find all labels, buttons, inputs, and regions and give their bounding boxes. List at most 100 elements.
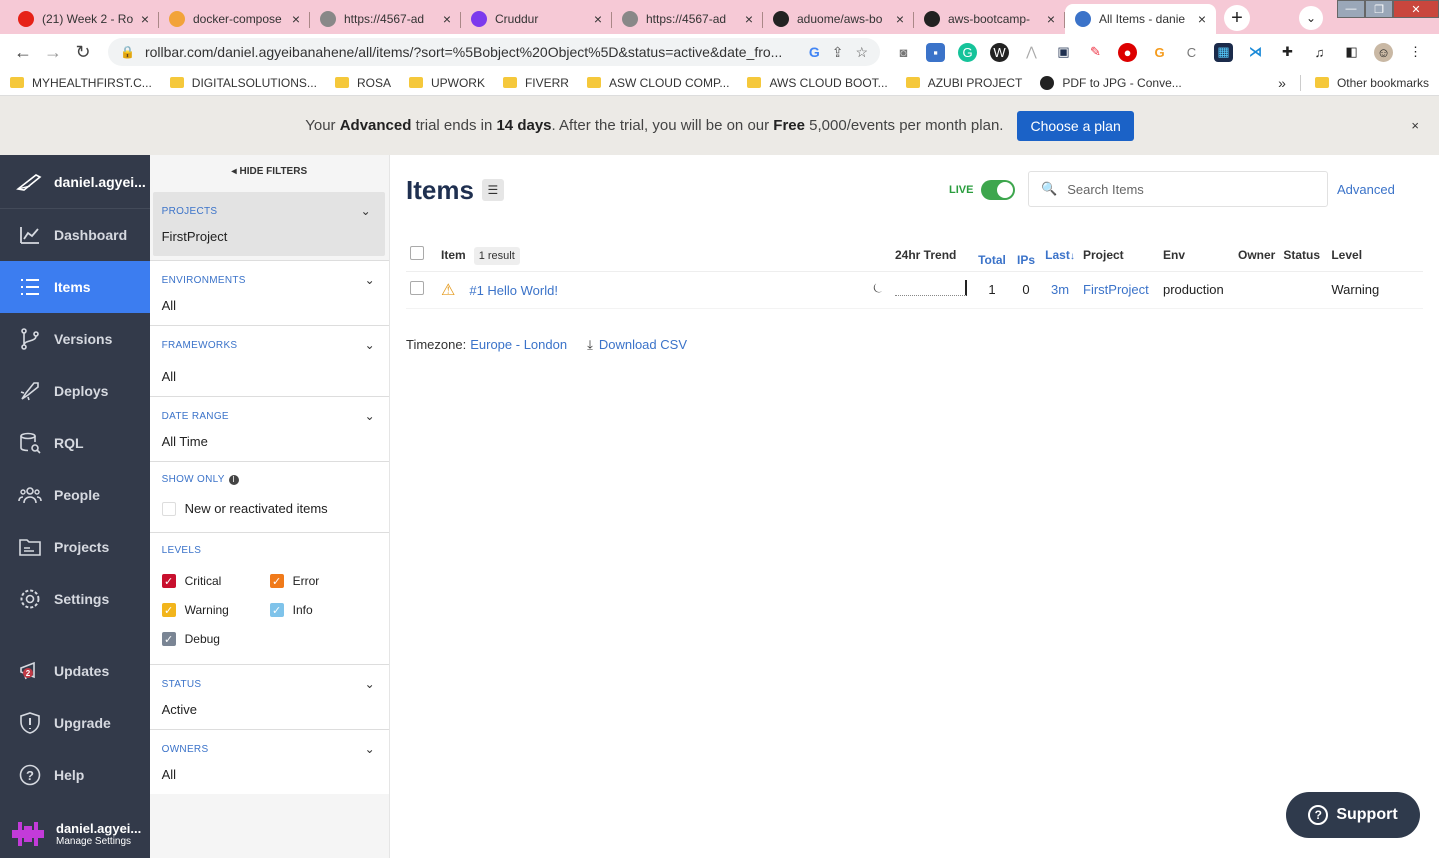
checkmark-icon[interactable]: ✓ [269,574,284,588]
extension-icon-6[interactable]: ▦ [1214,42,1233,62]
project-link[interactable]: FirstProject [1079,271,1159,309]
camera-extension-icon[interactable]: ◙ [894,43,913,62]
checkbox[interactable] [161,501,176,516]
forward-icon[interactable]: → [38,42,68,63]
new-reactivated-checkbox[interactable]: New or reactivated items [161,501,375,516]
extension-icon-5[interactable]: C [1182,43,1201,62]
hide-filters-button[interactable]: ◂ HIDE FILTERS [150,155,389,188]
nav-item-dashboard[interactable]: Dashboard [0,209,150,261]
extension-icon-1[interactable]: ▪ [926,42,945,62]
table-row[interactable]: ⚠ #1 Hello World! ⏾ 1 0 3m FirstProject pr… [406,271,1423,309]
browser-tab[interactable]: Cruddur × [461,4,612,34]
share-icon[interactable]: ⇪ [832,44,844,61]
live-toggle[interactable]: LIVE [949,180,1016,200]
bookmark-item[interactable]: UPWORK [408,76,485,90]
media-icon[interactable]: ♫ [1310,43,1329,62]
search-input[interactable]: 🔍 Search Items [1028,171,1328,207]
frameworks-filter[interactable]: FRAMEWORKS ⌄ All [149,325,389,396]
bookmark-item[interactable]: PDF to JPG - Conve... [1040,75,1182,90]
wordpress-icon[interactable]: W [990,42,1009,62]
status-filter[interactable]: STATUS ⌄ Active [149,664,389,729]
extension-icon-3[interactable]: ▣ [1054,43,1073,62]
vscode-icon[interactable]: ⋊ [1246,43,1265,62]
row-checkbox[interactable] [410,281,424,295]
manage-settings-link[interactable]: Manage Settings [56,836,141,847]
close-window-button[interactable]: ✕ [1393,0,1439,18]
close-tab-icon[interactable]: × [1047,11,1055,27]
browser-tab[interactable]: https://4567-ad × [612,4,763,34]
bookmark-item[interactable]: AZUBI PROJECT [905,76,1022,90]
back-icon[interactable]: ← [8,42,38,63]
toggle-switch[interactable] [981,180,1016,200]
profile-avatar[interactable]: ☺ [1374,42,1393,62]
browser-tab[interactable]: aws-bootcamp- × [914,4,1065,34]
nav-item-projects[interactable]: Projects [0,521,150,573]
level-checkbox-warning[interactable]: ✓ Warning [161,603,270,617]
pen-extension-icon[interactable]: ✎ [1086,43,1105,62]
owner-cell[interactable] [1234,271,1280,309]
bookmark-item[interactable]: DIGITALSOLUTIONS... [169,76,317,90]
list-view-icon[interactable]: ☰ [481,179,504,201]
bookmarks-overflow-button[interactable]: » [1278,75,1286,91]
select-all-checkbox[interactable] [410,246,424,261]
bookmark-star-icon[interactable]: ☆ [855,44,868,61]
nav-item-rql[interactable]: RQL [0,417,150,469]
bookmark-item[interactable]: AWS CLOUD BOOT... [747,76,888,90]
level-checkbox-error[interactable]: ✓ Error [269,574,380,588]
nav-item-versions[interactable]: Versions [0,313,150,365]
bookmark-item[interactable]: ASW CLOUD COMP... [586,76,729,90]
checkmark-icon[interactable]: ✓ [161,603,176,617]
date-range-filter[interactable]: DATE RANGE ⌄ All Time [149,396,389,461]
nav-item-people[interactable]: People [0,469,150,521]
bookmark-item[interactable]: FIVERR [502,76,569,90]
bookmark-item[interactable]: ROSA [334,76,391,90]
environments-filter[interactable]: ENVIRONMENTS ⌄ All [149,260,389,325]
item-title-link[interactable]: #1 Hello World! [469,283,558,298]
projects-filter[interactable]: PROJECTS ⌄ FirstProject [152,192,385,256]
reload-icon[interactable]: ↻ [68,42,98,63]
checkmark-icon[interactable]: ✓ [269,603,284,617]
owners-filter[interactable]: OWNERS ⌄ All [149,729,389,794]
checkmark-icon[interactable]: ✓ [161,632,176,646]
column-total[interactable]: Total [973,239,1011,272]
nav-item-updates[interactable]: 2 Updates [0,645,150,697]
grammarly-icon[interactable]: G [958,42,977,62]
new-tab-button[interactable]: + [1224,5,1250,31]
banner-close-icon[interactable]: × [1411,118,1419,133]
checkmark-icon[interactable]: ✓ [161,574,176,588]
close-tab-icon[interactable]: × [443,11,451,27]
adblock-icon[interactable]: ● [1118,42,1137,62]
maximize-button[interactable]: ❐ [1365,0,1393,18]
close-tab-icon[interactable]: × [745,11,753,27]
level-checkbox-info[interactable]: ✓ Info [269,603,380,617]
address-bar[interactable]: 🔒 rollbar.com/daniel.agyeibanahene/all/i… [108,38,880,66]
level-checkbox-critical[interactable]: ✓ Critical [161,574,270,588]
account-switcher[interactable]: daniel.agyei... [0,155,150,209]
google-icon[interactable]: G [809,44,820,60]
close-tab-icon[interactable]: × [594,11,602,27]
column-last[interactable]: Last↓ [1041,239,1079,272]
close-tab-icon[interactable]: × [141,11,149,27]
browser-tab[interactable]: https://4567-ad × [310,4,461,34]
minimize-button[interactable]: — [1337,0,1365,18]
browser-tab[interactable]: All Items - danie × [1065,4,1216,34]
browser-tab[interactable]: aduome/aws-bo × [763,4,914,34]
tab-search-icon[interactable]: ⌄ [1299,6,1323,30]
nav-item-deploys[interactable]: Deploys [0,365,150,417]
choose-plan-button[interactable]: Choose a plan [1017,110,1134,141]
level-checkbox-debug[interactable]: ✓ Debug [161,632,270,646]
support-button[interactable]: ? Support [1286,792,1420,838]
close-tab-icon[interactable]: × [1198,11,1206,27]
close-tab-icon[interactable]: × [896,11,904,27]
extension-icon-4[interactable]: G [1150,43,1169,62]
timezone-link[interactable]: Europe - London [470,337,567,352]
browser-tab[interactable]: docker-compose × [159,4,310,34]
close-tab-icon[interactable]: × [292,11,300,27]
advanced-search-link[interactable]: Advanced [1337,182,1395,197]
bookmark-item[interactable]: MYHEALTHFIRST.C... [10,76,152,90]
info-icon[interactable]: i [228,474,239,485]
nav-item-settings[interactable]: Settings [0,573,150,625]
user-menu[interactable]: daniel.agyei... Manage Settings [12,820,141,848]
extension-icon-2[interactable]: ⋀ [1022,43,1041,62]
nav-item-upgrade[interactable]: Upgrade [0,697,150,749]
